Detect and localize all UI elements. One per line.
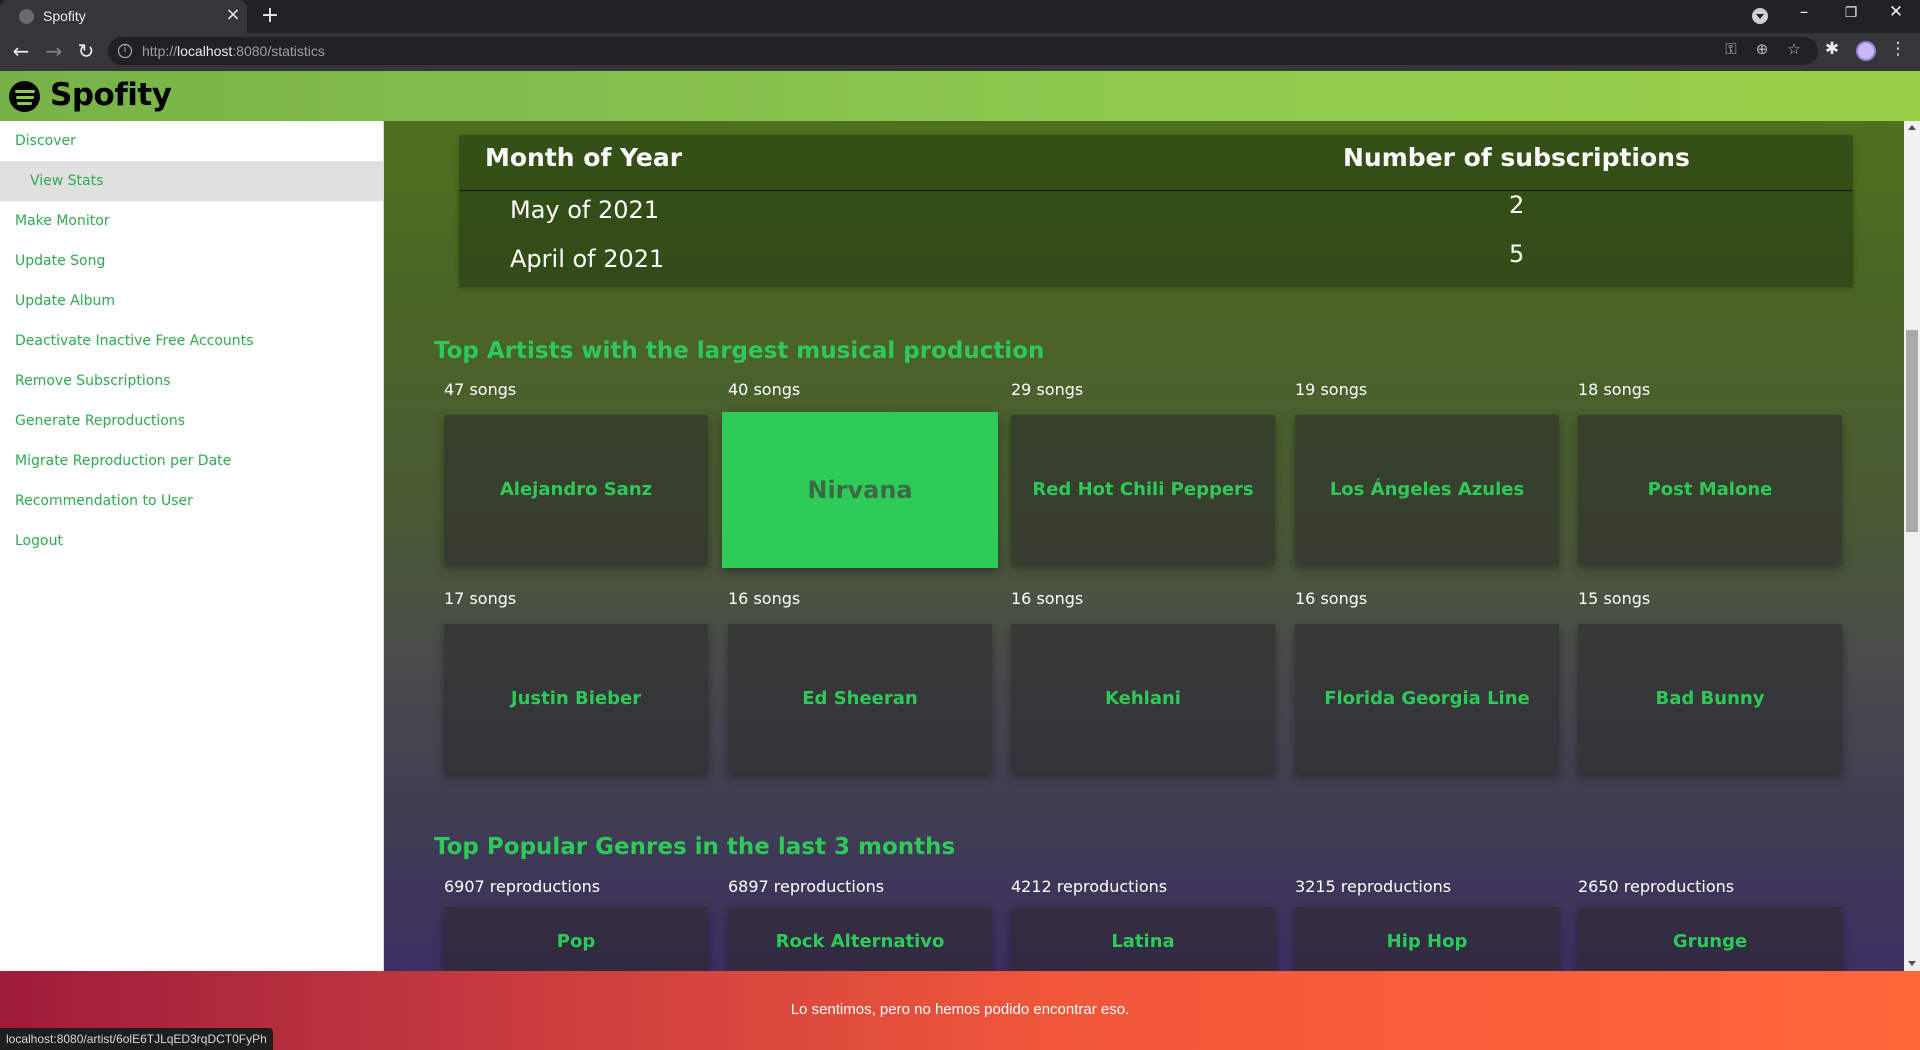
artist-song-count: 29 songs <box>1011 380 1084 399</box>
app-header: Spofity <box>0 71 1920 121</box>
artist-song-count: 18 songs <box>1578 380 1651 399</box>
artist-card[interactable]: Ed Sheeran <box>728 624 992 774</box>
new-tab-button[interactable]: + <box>258 3 282 28</box>
forward-button[interactable]: → <box>41 39 67 63</box>
scrollbar-thumb[interactable] <box>1906 330 1918 532</box>
genre-card[interactable]: Latina <box>1011 907 1275 971</box>
artist-card[interactable]: Kehlani <box>1011 624 1275 774</box>
reload-button[interactable]: ↻ <box>73 39 99 63</box>
tab-title: Spofity <box>43 8 86 24</box>
artist-song-count: 47 songs <box>444 380 517 399</box>
artist-song-count: 16 songs <box>1011 589 1084 608</box>
close-tab-icon[interactable]: × <box>223 4 243 25</box>
artist-song-count: 40 songs <box>728 380 801 399</box>
sidebar-item-update-album[interactable]: Update Album <box>0 281 383 321</box>
sidebar-item-make-monitor[interactable]: Make Monitor <box>0 201 383 241</box>
artist-song-count: 15 songs <box>1578 589 1651 608</box>
sidebar-item-deactivate-accounts[interactable]: Deactivate Inactive Free Accounts <box>0 321 383 361</box>
sidebar-item-update-song[interactable]: Update Song <box>0 241 383 281</box>
link-status-bar: localhost:8080/artist/6olE6TJLqED3rqDCT0… <box>0 1028 273 1050</box>
subscriptions-table: Month of Year Number of subscriptions Ma… <box>459 135 1853 287</box>
profile-avatar[interactable] <box>1856 41 1876 61</box>
key-icon[interactable]: ⚿ <box>1720 40 1742 58</box>
scroll-down-arrow-icon[interactable] <box>1908 961 1916 966</box>
brand-name[interactable]: Spofity <box>50 77 172 113</box>
spotify-logo-icon[interactable] <box>9 81 40 112</box>
genre-card[interactable]: Hip Hop <box>1295 907 1559 971</box>
restore-button[interactable]: ❐ <box>1836 5 1866 21</box>
artist-card[interactable]: Red Hot Chili Peppers <box>1011 415 1275 565</box>
page-scrollbar[interactable] <box>1904 121 1920 971</box>
table-cell-count: 5 <box>1509 240 1525 268</box>
artist-song-count: 17 songs <box>444 589 517 608</box>
spotify-favicon-icon <box>19 9 34 24</box>
browser-toolbar: ← → ↻ i http://localhost:8080/statistics… <box>0 33 1920 71</box>
table-header-month: Month of Year <box>485 143 683 172</box>
extensions-puzzle-icon[interactable]: ✱ <box>1820 39 1844 59</box>
sidebar-item-migrate-reproduction[interactable]: Migrate Reproduction per Date <box>0 441 383 481</box>
artist-card[interactable]: Bad Bunny <box>1578 624 1842 774</box>
url-text[interactable]: http://localhost:8080/statistics <box>142 43 325 59</box>
sidebar: Discover View Stats Make Monitor Update … <box>0 121 384 971</box>
artist-song-count: 16 songs <box>1295 589 1368 608</box>
genre-card[interactable]: Pop <box>444 907 708 971</box>
artist-song-count: 19 songs <box>1295 380 1368 399</box>
table-header-subscriptions: Number of subscriptions <box>1343 143 1690 172</box>
tab-search-icon[interactable] <box>1752 8 1768 24</box>
scroll-up-arrow-icon[interactable] <box>1908 125 1916 130</box>
table-cell-month: May of 2021 <box>510 196 660 224</box>
artist-card[interactable]: Los Ángeles Azules <box>1295 415 1559 565</box>
artist-song-count: 16 songs <box>728 589 801 608</box>
artist-card[interactable]: Alejandro Sanz <box>444 415 708 565</box>
sidebar-item-generate-reproductions[interactable]: Generate Reproductions <box>0 401 383 441</box>
genre-reproduction-count: 2650 reproductions <box>1578 877 1735 896</box>
address-bar[interactable]: i http://localhost:8080/statistics ⚿ ⊕ ☆ <box>108 37 1818 65</box>
artist-card[interactable]: Nirvana <box>722 412 998 568</box>
genre-card[interactable]: Rock Alternativo <box>728 907 992 971</box>
sidebar-item-logout[interactable]: Logout <box>0 521 383 561</box>
top-genres-title: Top Popular Genres in the last 3 months <box>434 834 956 860</box>
artist-card[interactable]: Justin Bieber <box>444 624 708 774</box>
back-button[interactable]: ← <box>8 39 34 63</box>
error-notification-banner: Lo sentimos, pero no hemos podido encont… <box>0 971 1920 1050</box>
zoom-icon[interactable]: ⊕ <box>1751 40 1773 58</box>
browser-tab[interactable]: Spofity × <box>0 0 247 33</box>
genre-card[interactable]: Grunge <box>1578 907 1842 971</box>
sidebar-item-discover[interactable]: Discover <box>0 121 383 161</box>
genre-reproduction-count: 3215 reproductions <box>1295 877 1452 896</box>
bookmark-star-icon[interactable]: ☆ <box>1783 40 1805 58</box>
top-artists-title: Top Artists with the largest musical pro… <box>434 338 1045 364</box>
minimize-button[interactable]: – <box>1789 2 1819 22</box>
table-header-divider <box>459 190 1853 191</box>
genre-reproduction-count: 6897 reproductions <box>728 877 885 896</box>
banner-message: Lo sentimos, pero no hemos podido encont… <box>790 1001 1130 1018</box>
statistics-content[interactable]: Month of Year Number of subscriptions Ma… <box>384 121 1904 971</box>
sidebar-item-remove-subscriptions[interactable]: Remove Subscriptions <box>0 361 383 401</box>
genre-reproduction-count: 6907 reproductions <box>444 877 601 896</box>
site-info-icon[interactable]: i <box>118 44 132 58</box>
browser-tab-strip: Spofity × + – ❐ ✕ <box>0 0 1920 33</box>
genre-reproduction-count: 4212 reproductions <box>1011 877 1168 896</box>
close-window-button[interactable]: ✕ <box>1881 2 1911 22</box>
artist-card[interactable]: Florida Georgia Line <box>1295 624 1559 774</box>
sidebar-item-view-stats[interactable]: View Stats <box>0 161 383 201</box>
table-cell-month: April of 2021 <box>510 245 665 273</box>
artist-card[interactable]: Post Malone <box>1578 415 1842 565</box>
table-cell-count: 2 <box>1509 191 1525 219</box>
browser-menu-icon[interactable]: ⋮ <box>1886 39 1910 59</box>
sidebar-item-recommendation[interactable]: Recommendation to User <box>0 481 383 521</box>
